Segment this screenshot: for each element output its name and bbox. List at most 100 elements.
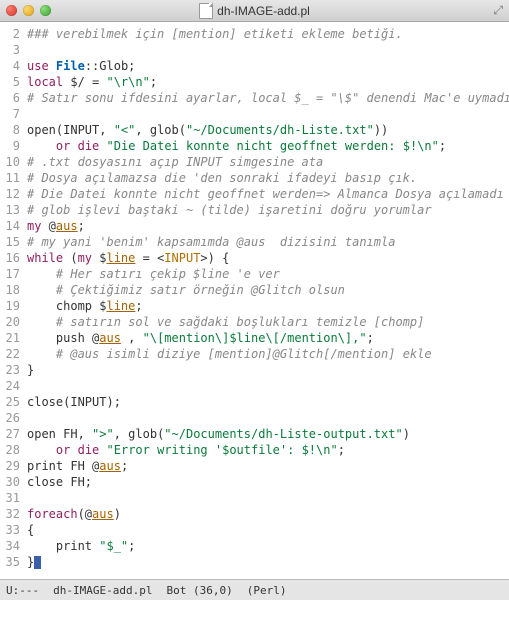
- token-str: "<": [114, 123, 136, 137]
- code-line[interactable]: or die "Error writing '$outfile': $!\n";: [27, 442, 509, 458]
- token-var: line: [106, 299, 135, 313]
- code-line[interactable]: open FH, ">", glob("~/Documents/dh-Liste…: [27, 426, 509, 442]
- token-kw: my: [27, 219, 41, 233]
- token-kw: my: [78, 251, 92, 265]
- token-p: open FH,: [27, 427, 92, 441]
- code-line[interactable]: # my yani 'benim' kapsamımda @aus dizisi…: [27, 234, 509, 250]
- line-number: 18: [0, 282, 20, 298]
- line-number: 22: [0, 346, 20, 362]
- code-line[interactable]: }: [27, 554, 509, 570]
- code-line[interactable]: local $/ = "\r\n";: [27, 74, 509, 90]
- token-p: ;: [367, 331, 374, 345]
- token-p: $/ =: [63, 75, 106, 89]
- token-p: (: [63, 251, 77, 265]
- code-content[interactable]: ### verebilmek için [mention] etiketi ek…: [23, 22, 509, 579]
- minimize-icon[interactable]: [23, 5, 34, 16]
- line-number: 12: [0, 186, 20, 202]
- code-line[interactable]: # satırın sol ve sağdaki boşlukları temi…: [27, 314, 509, 330]
- code-line[interactable]: [27, 490, 509, 506]
- token-str: "Error writing '$outfile': $!\n": [107, 443, 338, 457]
- token-kw: use: [27, 59, 49, 73]
- line-number: 30: [0, 474, 20, 490]
- line-number: 11: [0, 170, 20, 186]
- minibuffer[interactable]: [0, 600, 509, 618]
- token-p: ;: [121, 459, 128, 473]
- token-p: ;: [439, 139, 446, 153]
- token-func: File: [56, 59, 85, 73]
- code-line[interactable]: push @aus , "\[mention\]$line\[/mention\…: [27, 330, 509, 346]
- line-number: 29: [0, 458, 20, 474]
- token-var: aus: [92, 507, 114, 521]
- token-str: "~/Documents/dh-Liste.txt": [186, 123, 374, 137]
- line-number: 31: [0, 490, 20, 506]
- token-p: >) {: [200, 251, 229, 265]
- fullscreen-icon[interactable]: ⤢: [493, 3, 503, 18]
- editor-window: dh-IMAGE-add.pl ⤢ 2345678910111213141516…: [0, 0, 509, 618]
- line-number: 25: [0, 394, 20, 410]
- line-number: 13: [0, 202, 20, 218]
- modeline-buffer: dh-IMAGE-add.pl: [53, 584, 152, 597]
- code-line[interactable]: chomp $line;: [27, 298, 509, 314]
- token-p: ;: [78, 219, 85, 233]
- token-p: ;: [338, 443, 345, 457]
- editor-area[interactable]: 2345678910111213141516171819202122232425…: [0, 22, 509, 579]
- title-text: dh-IMAGE-add.pl: [217, 4, 310, 18]
- line-number: 16: [0, 250, 20, 266]
- token-p: push @: [27, 331, 99, 345]
- zoom-icon[interactable]: [40, 5, 51, 16]
- line-number: 32: [0, 506, 20, 522]
- modeline-position: Bot (36,0): [166, 584, 232, 597]
- code-line[interactable]: [27, 378, 509, 394]
- code-line[interactable]: print FH @aus;: [27, 458, 509, 474]
- code-line[interactable]: close FH;: [27, 474, 509, 490]
- token-com: # Die Datei konnte nicht geoffnet werden…: [27, 187, 504, 201]
- code-line[interactable]: # Çektiğimiz satır örneğin @Glitch olsun: [27, 282, 509, 298]
- token-str: "\[mention\]$line\[/mention\],": [143, 331, 367, 345]
- token-kw: local: [27, 75, 63, 89]
- token-p: )): [374, 123, 388, 137]
- code-line[interactable]: my @aus;: [27, 218, 509, 234]
- token-p: close FH;: [27, 475, 92, 489]
- code-line[interactable]: [27, 106, 509, 122]
- code-line[interactable]: [27, 42, 509, 58]
- code-line[interactable]: # .txt dosyasını açıp INPUT simgesine at…: [27, 154, 509, 170]
- token-p: [27, 315, 56, 329]
- line-number: 10: [0, 154, 20, 170]
- token-p: [70, 139, 77, 153]
- token-p: [99, 139, 106, 153]
- token-p: [49, 59, 56, 73]
- token-p: ;: [150, 75, 157, 89]
- code-line[interactable]: # Dosya açılamazsa die 'den sonraki ifad…: [27, 170, 509, 186]
- token-str: "\r\n": [106, 75, 149, 89]
- token-var: aus: [99, 331, 121, 345]
- token-p: }: [27, 555, 34, 569]
- code-line[interactable]: or die "Die Datei konnte nicht geoffnet …: [27, 138, 509, 154]
- token-p: [27, 139, 56, 153]
- code-line[interactable]: {: [27, 522, 509, 538]
- line-number: 28: [0, 442, 20, 458]
- code-line[interactable]: # Die Datei konnte nicht geoffnet werden…: [27, 186, 509, 202]
- code-line[interactable]: print "$_";: [27, 538, 509, 554]
- token-p: print: [27, 539, 99, 553]
- code-line[interactable]: while (my $line = <INPUT>) {: [27, 250, 509, 266]
- token-bracket: INPUT: [164, 251, 200, 265]
- token-kw: die: [78, 443, 100, 457]
- code-line[interactable]: [27, 410, 509, 426]
- token-str: "$_": [99, 539, 128, 553]
- token-com: # Her satırı çekip $line 'e ver: [56, 267, 280, 281]
- code-line[interactable]: foreach(@aus): [27, 506, 509, 522]
- code-line[interactable]: }: [27, 362, 509, 378]
- code-line[interactable]: use File::Glob;: [27, 58, 509, 74]
- line-number: 24: [0, 378, 20, 394]
- code-line[interactable]: # glob işlevi baştaki ~ (tilde) işaretin…: [27, 202, 509, 218]
- line-number: 2: [0, 26, 20, 42]
- code-line[interactable]: open(INPUT, "<", glob("~/Documents/dh-Li…: [27, 122, 509, 138]
- code-line[interactable]: close(INPUT);: [27, 394, 509, 410]
- close-icon[interactable]: [6, 5, 17, 16]
- code-line[interactable]: # Satır sonu ifdesini ayarlar, local $_ …: [27, 90, 509, 106]
- token-com: # my yani 'benim' kapsamımda @aus dizisi…: [27, 235, 395, 249]
- code-line[interactable]: # Her satırı çekip $line 'e ver: [27, 266, 509, 282]
- code-line[interactable]: ### verebilmek için [mention] etiketi ek…: [27, 26, 509, 42]
- line-number: 27: [0, 426, 20, 442]
- code-line[interactable]: # @aus isimli diziye [mention]@Glitch[/m…: [27, 346, 509, 362]
